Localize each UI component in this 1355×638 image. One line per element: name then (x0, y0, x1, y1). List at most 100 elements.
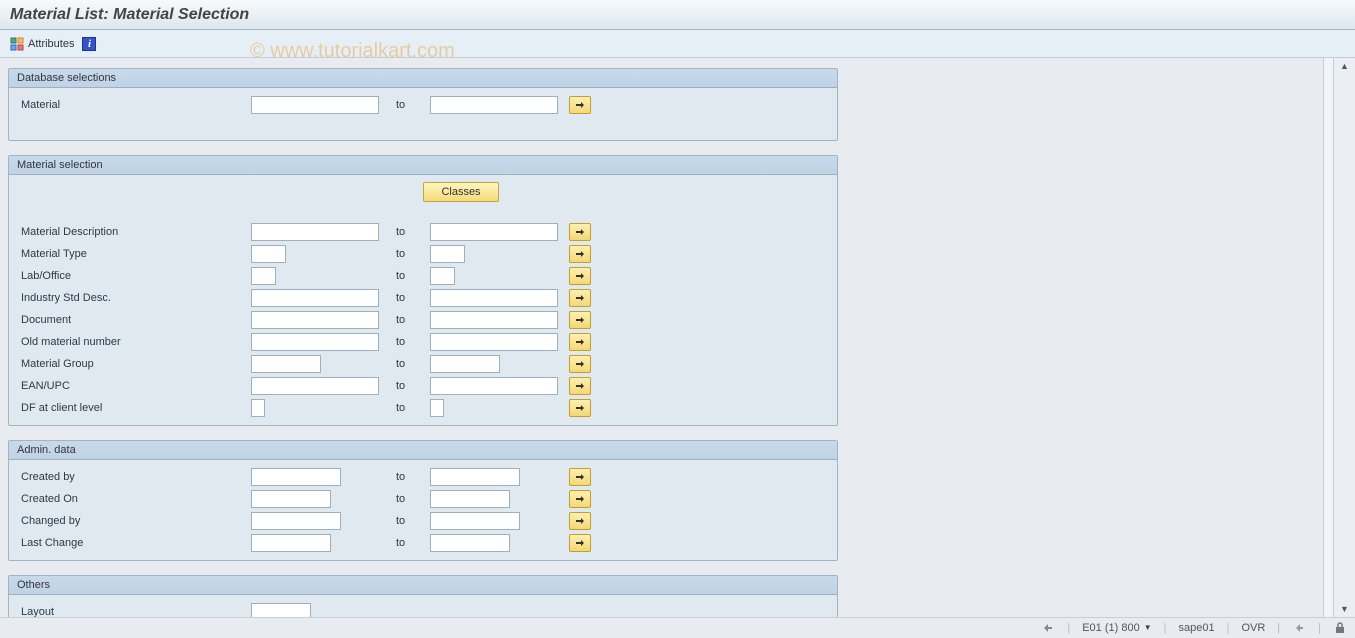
label-lab-office: Lab/Office (21, 270, 251, 282)
material-to-input[interactable] (430, 96, 558, 114)
classes-button[interactable]: Classes (423, 182, 499, 202)
created-on-to-input[interactable] (430, 490, 510, 508)
document-to-input[interactable] (430, 311, 558, 329)
group-header-others: Others (9, 576, 837, 595)
status-back-icon[interactable] (1292, 621, 1306, 635)
industry-std-from-input[interactable] (251, 289, 379, 307)
label-old-material: Old material number (21, 336, 251, 348)
group-header-matsel: Material selection (9, 156, 837, 175)
material-desc-to-input[interactable] (430, 223, 558, 241)
lab-office-multi-button[interactable] (569, 267, 591, 285)
last-change-multi-button[interactable] (569, 534, 591, 552)
to-label: to (386, 493, 428, 505)
material-type-from-input[interactable] (251, 245, 286, 263)
arrow-right-icon (575, 227, 585, 237)
material-desc-multi-button[interactable] (569, 223, 591, 241)
arrow-right-icon (575, 100, 585, 110)
arrow-right-icon (575, 249, 585, 259)
layout-input[interactable] (251, 603, 311, 617)
ean-upc-multi-button[interactable] (569, 377, 591, 395)
industry-std-to-input[interactable] (430, 289, 558, 307)
old-material-to-input[interactable] (430, 333, 558, 351)
to-label-material: to (386, 99, 428, 111)
material-type-multi-button[interactable] (569, 245, 591, 263)
row-df-client: DF at client level to (21, 397, 825, 419)
lab-office-from-input[interactable] (251, 267, 276, 285)
to-label: to (386, 270, 428, 282)
material-group-multi-button[interactable] (569, 355, 591, 373)
material-multi-button[interactable] (569, 96, 591, 114)
label-material-desc: Material Description (21, 226, 251, 238)
material-type-to-input[interactable] (430, 245, 465, 263)
df-client-to-input[interactable] (430, 399, 444, 417)
arrow-right-icon (575, 494, 585, 504)
dropdown-icon: ▼ (1144, 623, 1152, 632)
changed-by-to-input[interactable] (430, 512, 520, 530)
label-material-type: Material Type (21, 248, 251, 260)
material-from-input[interactable] (251, 96, 379, 114)
to-label: to (386, 248, 428, 260)
arrow-right-icon (575, 472, 585, 482)
created-by-multi-button[interactable] (569, 468, 591, 486)
last-change-to-input[interactable] (430, 534, 510, 552)
scrollbar-vertical[interactable]: ▲ ▼ (1333, 58, 1355, 617)
row-created-by: Created by to (21, 466, 825, 488)
last-change-from-input[interactable] (251, 534, 331, 552)
status-bar: | E01 (1) 800 ▼ | sape01 | OVR | | (0, 617, 1355, 637)
group-admin-data: Admin. data Created by to Created On to … (8, 440, 838, 561)
label-layout: Layout (21, 606, 251, 617)
material-group-to-input[interactable] (430, 355, 500, 373)
material-desc-from-input[interactable] (251, 223, 379, 241)
changed-by-multi-button[interactable] (569, 512, 591, 530)
df-client-multi-button[interactable] (569, 399, 591, 417)
to-label: to (386, 471, 428, 483)
label-df-client: DF at client level (21, 402, 251, 414)
industry-std-multi-button[interactable] (569, 289, 591, 307)
arrow-right-icon (575, 315, 585, 325)
content-area: Database selections Material to Material… (0, 58, 1355, 617)
group-header-admin: Admin. data (9, 441, 837, 460)
to-label: to (386, 336, 428, 348)
label-ean-upc: EAN/UPC (21, 380, 251, 392)
to-label: to (386, 537, 428, 549)
ean-upc-from-input[interactable] (251, 377, 379, 395)
arrow-right-icon (575, 337, 585, 347)
changed-by-from-input[interactable] (251, 512, 341, 530)
old-material-from-input[interactable] (251, 333, 379, 351)
created-on-from-input[interactable] (251, 490, 331, 508)
to-label: to (386, 515, 428, 527)
scroll-down-arrow[interactable]: ▼ (1334, 601, 1355, 617)
status-server: sape01 (1178, 622, 1214, 634)
ean-upc-to-input[interactable] (430, 377, 558, 395)
old-material-multi-button[interactable] (569, 333, 591, 351)
created-by-to-input[interactable] (430, 468, 520, 486)
to-label: to (386, 358, 428, 370)
arrow-right-icon (575, 359, 585, 369)
group-others: Others Layout (8, 575, 838, 617)
created-by-from-input[interactable] (251, 468, 341, 486)
created-on-multi-button[interactable] (569, 490, 591, 508)
row-material-description: Material Description to (21, 221, 825, 243)
to-label: to (386, 292, 428, 304)
info-button[interactable]: i (82, 37, 96, 51)
material-group-from-input[interactable] (251, 355, 321, 373)
label-created-on: Created On (21, 493, 251, 505)
status-nav-icon[interactable] (1041, 621, 1055, 635)
row-old-material: Old material number to (21, 331, 825, 353)
toolbar: Attributes i (0, 30, 1355, 58)
lab-office-to-input[interactable] (430, 267, 455, 285)
row-created-on: Created On to (21, 488, 825, 510)
document-from-input[interactable] (251, 311, 379, 329)
attributes-icon (10, 37, 24, 51)
row-industry-std: Industry Std Desc. to (21, 287, 825, 309)
status-lock-icon[interactable] (1333, 621, 1347, 635)
attributes-button[interactable]: Attributes (10, 37, 74, 51)
group-header-db: Database selections (9, 69, 837, 88)
df-client-from-input[interactable] (251, 399, 265, 417)
document-multi-button[interactable] (569, 311, 591, 329)
row-ean-upc: EAN/UPC to (21, 375, 825, 397)
label-created-by: Created by (21, 471, 251, 483)
scroll-up-arrow[interactable]: ▲ (1334, 58, 1355, 74)
scrollbar-secondary[interactable] (1323, 58, 1333, 617)
status-system[interactable]: E01 (1) 800 ▼ (1082, 622, 1151, 634)
